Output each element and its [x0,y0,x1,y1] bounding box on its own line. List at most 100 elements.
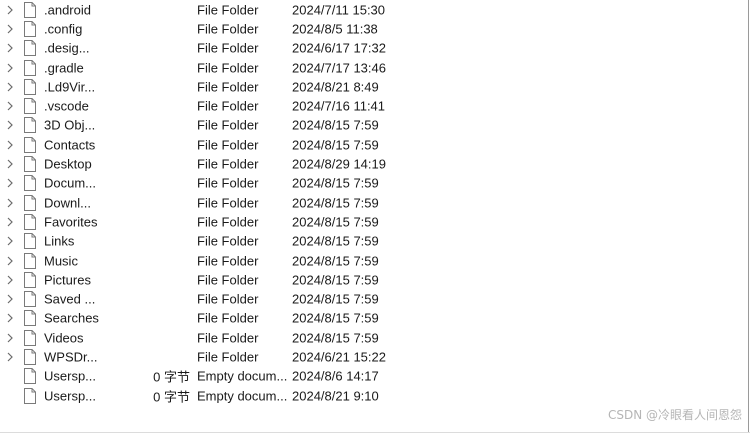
item-type: File Folder [197,21,259,37]
list-item[interactable]: Links File Folder 2024/8/15 7:59 [0,232,740,251]
item-type: Empty docum... [197,368,288,384]
item-name: Docum... [44,175,97,191]
chevron-right-icon[interactable] [5,216,15,228]
chevron-right-icon[interactable] [5,293,15,305]
item-date-modified: 2024/8/15 7:59 [292,330,379,346]
chevron-right-icon[interactable] [5,255,15,267]
list-item[interactable]: Usersp... 0 字节 Empty docum... 2024/8/6 1… [0,367,740,386]
chevron-right-icon[interactable] [5,81,15,93]
item-type: File Folder [197,60,259,76]
list-item[interactable]: Contacts File Folder 2024/8/15 7:59 [0,135,740,154]
document-icon [24,233,36,250]
document-icon [24,98,36,115]
list-item[interactable]: Music File Folder 2024/8/15 7:59 [0,251,740,270]
item-date-modified: 2024/8/15 7:59 [292,310,379,326]
list-item[interactable]: .gradle File Folder 2024/7/17 13:46 [0,58,740,77]
document-icon [24,387,36,404]
chevron-right-icon[interactable] [5,62,15,74]
item-size: 0 字节 [153,369,190,385]
chevron-right-icon[interactable] [5,332,15,344]
item-type: File Folder [197,330,259,346]
document-icon [24,156,36,173]
item-date-modified: 2024/8/15 7:59 [292,214,379,230]
item-type: File Folder [197,137,259,153]
item-date-modified: 2024/7/16 11:41 [292,98,386,114]
chevron-right-icon[interactable] [5,177,15,189]
document-icon [24,136,36,153]
document-icon [24,252,36,269]
item-date-modified: 2024/8/15 7:59 [292,233,379,249]
list-item[interactable]: Searches File Folder 2024/8/15 7:59 [0,309,740,328]
list-item[interactable]: Saved ... File Folder 2024/8/15 7:59 [0,289,740,308]
item-date-modified: 2024/6/21 15:22 [292,349,386,365]
item-date-modified: 2024/8/15 7:59 [292,137,379,153]
item-type: File Folder [197,233,259,249]
item-type: File Folder [197,40,259,56]
chevron-right-icon[interactable] [5,42,15,54]
item-type: File Folder [197,117,259,133]
document-icon [24,348,36,365]
list-item[interactable]: Pictures File Folder 2024/8/15 7:59 [0,270,740,289]
list-item[interactable]: .android File Folder 2024/7/11 15:30 [0,0,740,19]
item-type: File Folder [197,310,259,326]
item-name: Contacts [44,137,96,153]
item-date-modified: 2024/8/6 14:17 [292,368,379,384]
list-item[interactable]: .desig... File Folder 2024/6/17 17:32 [0,39,740,58]
item-type: File Folder [197,175,259,191]
list-item[interactable]: Favorites File Folder 2024/8/15 7:59 [0,212,740,231]
item-date-modified: 2024/8/15 7:59 [292,291,379,307]
list-item[interactable]: Downl... File Folder 2024/8/15 7:59 [0,193,740,212]
list-item[interactable]: 3D Obj... File Folder 2024/8/15 7:59 [0,116,740,135]
item-type: Empty docum... [197,388,288,404]
item-type: File Folder [197,79,259,95]
chevron-right-icon[interactable] [5,4,15,16]
document-icon [24,1,36,18]
chevron-right-icon[interactable] [5,351,15,363]
item-date-modified: 2024/6/17 17:32 [292,40,386,56]
chevron-right-icon[interactable] [5,235,15,247]
item-name: Usersp... [44,388,97,404]
document-icon [24,40,36,57]
chevron-right-icon[interactable] [5,119,15,131]
document-icon [24,194,36,211]
document-icon [24,329,36,346]
item-name: Downl... [44,195,91,211]
document-icon [24,59,36,76]
chevron-right-icon[interactable] [5,274,15,286]
chevron-right-icon[interactable] [5,158,15,170]
item-name: Music [44,253,78,268]
chevron-right-icon[interactable] [5,139,15,151]
item-type: File Folder [197,272,259,288]
list-item[interactable]: Usersp... 0 字节 Empty docum... 2024/8/21 … [0,386,740,405]
item-name: Usersp... [44,368,97,384]
list-item[interactable]: Desktop File Folder 2024/8/29 14:19 [0,154,740,173]
item-date-modified: 2024/8/15 7:59 [292,272,379,288]
list-item[interactable]: Videos File Folder 2024/8/15 7:59 [0,328,740,347]
item-name: .android [44,2,91,18]
list-item[interactable]: WPSDr... File Folder 2024/6/21 15:22 [0,347,740,366]
chevron-right-icon[interactable] [5,100,15,112]
document-icon [24,291,36,308]
item-date-modified: 2024/7/17 13:46 [292,60,386,76]
item-name: .desig... [44,40,90,56]
list-item[interactable]: .vscode File Folder 2024/7/16 11:41 [0,96,740,115]
document-icon [24,213,36,230]
chevron-right-icon[interactable] [5,312,15,324]
item-name: Saved ... [44,291,96,307]
item-name: Videos [44,330,84,346]
file-list-pane: .android File Folder 2024/7/11 15:30 .co… [0,0,750,433]
list-item[interactable]: Docum... File Folder 2024/8/15 7:59 [0,174,740,193]
chevron-right-icon[interactable] [5,23,15,35]
item-name: Links [44,233,75,249]
list-item[interactable]: .config File Folder 2024/8/5 11:38 [0,19,740,38]
pane-right-border [748,0,749,433]
document-icon [24,368,36,385]
item-name: .config [44,21,83,37]
item-name: Searches [44,310,99,326]
chevron-right-icon[interactable] [5,197,15,209]
list-item[interactable]: .Ld9Vir... File Folder 2024/8/21 8:49 [0,77,740,96]
document-icon [24,20,36,37]
item-name: .vscode [44,98,89,114]
item-type: File Folder [197,291,259,307]
item-type: File Folder [197,349,259,365]
